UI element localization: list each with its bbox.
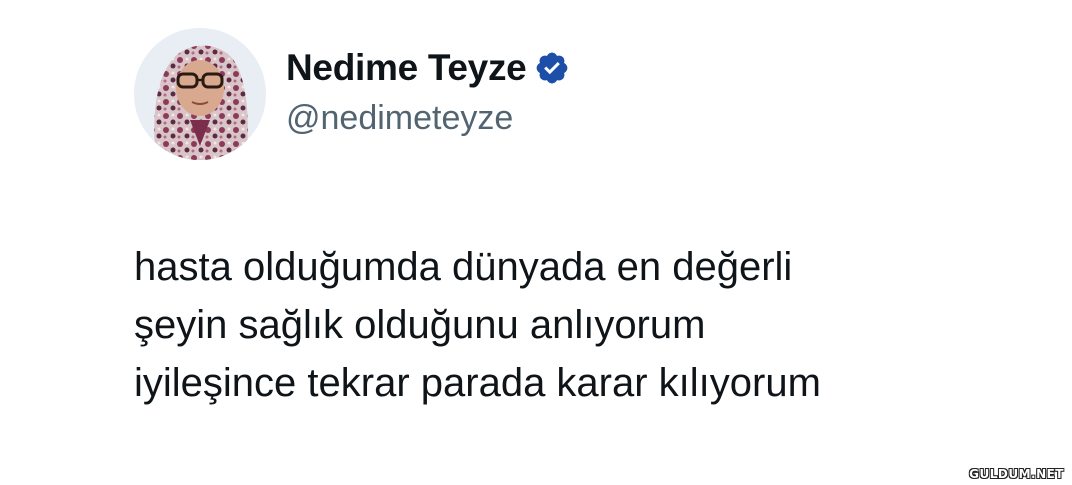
watermark: GULDUM.NET (969, 467, 1064, 481)
display-name[interactable]: Nedime Teyze (286, 47, 527, 89)
tweet-text-line-2: şeyin sağlık olduğunu anlıyorum (134, 303, 706, 347)
tweet-text-line-1: hasta olduğumda dünyada en değerli (134, 245, 793, 289)
avatar[interactable] (134, 28, 266, 160)
tweet-card: Nedime Teyze @nedimeteyze hasta olduğumd… (0, 0, 1072, 485)
tweet-text-line-3: iyileşince tekrar parada karar kılıyorum (134, 361, 821, 405)
tweet-text: hasta olduğumda dünyada en değerli şeyin… (134, 238, 1014, 412)
avatar-photo (134, 28, 266, 160)
display-name-row: Nedime Teyze (286, 44, 570, 92)
verified-badge-icon (534, 50, 570, 86)
username-handle[interactable]: @nedimeteyze (286, 99, 513, 138)
